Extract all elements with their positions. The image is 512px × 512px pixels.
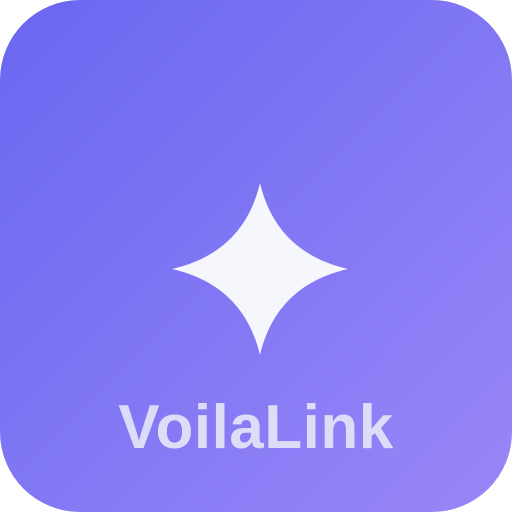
- app-icon[interactable]: VoilaLink: [0, 0, 512, 512]
- four-point-sparkle-icon: [172, 183, 348, 355]
- app-name-label: VoilaLink: [118, 393, 394, 462]
